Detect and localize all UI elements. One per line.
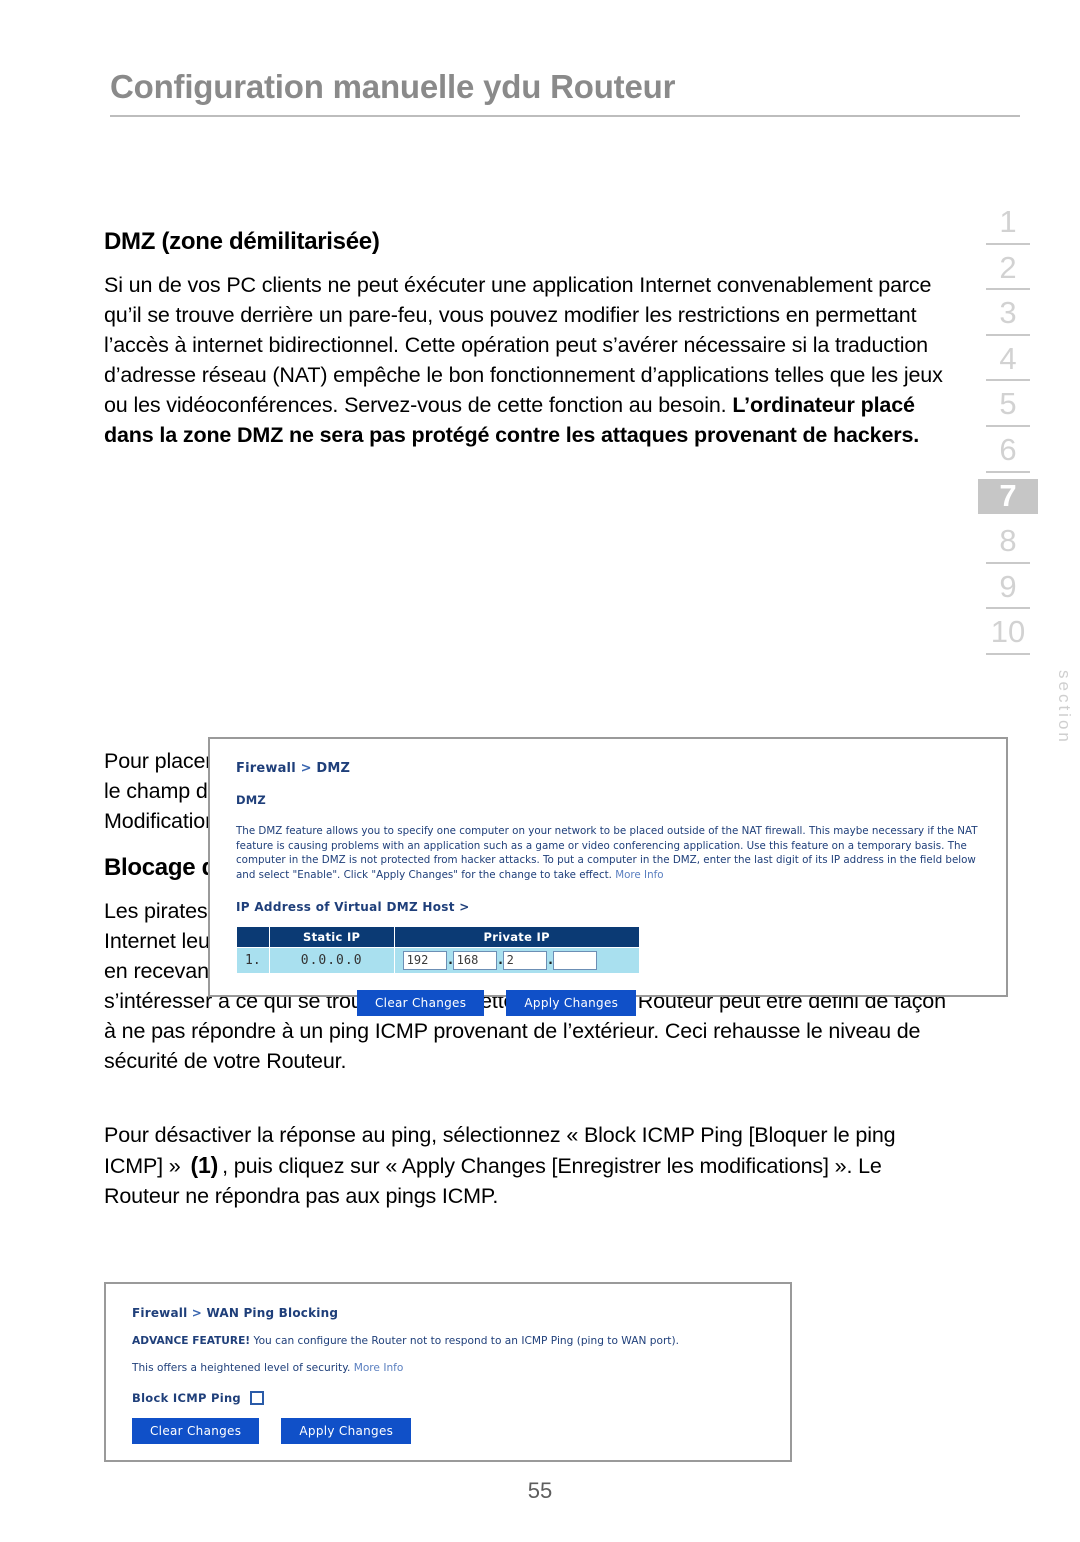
page-header: Configuration manuelle ydu Routeur [110,68,1020,117]
section-rail-number: 2 [999,249,1017,285]
section-rail-separator [986,561,1030,564]
section-rail-separator [986,653,1030,656]
section-rail-number: 7 [978,478,1038,515]
dmz-button-row: Clear Changes Apply Changes [357,990,980,1016]
wan-apply-changes-button[interactable]: Apply Changes [281,1418,412,1444]
icmp-instruction-paragraph: Pour désactiver la réponse au ping, séle… [104,1120,949,1211]
wan-button-row: Clear Changes Apply Changes [132,1418,764,1444]
dmz-router-screenshot: Firewall > DMZ DMZ The DMZ feature allow… [208,737,1008,1016]
block-icmp-ping-checkbox[interactable] [249,1391,264,1405]
table-row: 1. 0.0.0.0 192. 168. 2. [236,947,640,974]
wan-more-info-link[interactable]: More Info [354,1362,404,1374]
dmz-heading: DMZ (zone démilitarisée) [104,228,380,255]
wan-advance-feature-line: ADVANCE FEATURE! You can configure the R… [132,1335,764,1347]
section-rail-number: 4 [999,340,1017,376]
wan-advance-text: You can configure the Router not to resp… [250,1335,679,1347]
section-rail-number: 6 [999,432,1017,468]
section-rail-separator [986,288,1030,291]
dmz-apply-changes-button[interactable]: Apply Changes [506,990,637,1016]
row-index: 1. [236,947,270,974]
breadcrumb-leaf: DMZ [316,761,351,776]
section-rail-number: 5 [999,386,1017,422]
breadcrumb-leaf: WAN Ping Blocking [206,1306,339,1320]
section-rail-number: 8 [999,523,1017,559]
column-header-blank [236,926,270,948]
section-rail-item-1[interactable]: 1 [978,205,1038,245]
dmz-description-text: The DMZ feature allows you to specify on… [236,825,978,881]
section-rail-number: 9 [999,568,1017,604]
section-rail-item-4[interactable]: 4 [978,342,1038,382]
wan-advance-label: ADVANCE FEATURE! [132,1335,251,1347]
wan-security-text: This offers a heightened level of securi… [132,1362,354,1374]
breadcrumb-separator-icon: > [300,761,312,776]
section-rail-item-3[interactable]: 3 [978,296,1038,336]
section-rail-separator [986,607,1030,610]
section-rail-separator [986,516,1030,518]
section-rail-number: 1 [999,204,1017,239]
private-ip-octet-4[interactable] [552,951,597,970]
wan-breadcrumb: Firewall > WAN Ping Blocking [132,1306,764,1320]
section-rail-separator [986,333,1030,336]
wan-clear-changes-button[interactable]: Clear Changes [132,1418,260,1444]
section-rail-item-9[interactable]: 9 [978,570,1038,610]
icmp-callout-number: (1) [190,1152,219,1178]
dmz-breadcrumb: Firewall > DMZ [236,761,980,776]
wan-security-line: This offers a heightened level of securi… [132,1362,764,1374]
section-rail-separator [986,470,1030,473]
section-rail-item-10[interactable]: 10 [978,614,1038,656]
private-ip-octet-1[interactable]: 192 [402,951,447,970]
dmz-paragraph: Si un de vos PC clients ne peut éxécuter… [104,270,949,450]
header-divider [110,114,1020,117]
section-rail: 1 2 3 4 5 6 7 8 9 10 [978,205,1038,661]
block-icmp-ping-label: Block ICMP Ping [132,1391,241,1405]
dmz-panel-title: DMZ [236,793,266,807]
column-header-static-ip: Static IP [268,926,395,948]
dmz-panel-description: The DMZ feature allows you to specify on… [236,824,980,882]
private-ip-octet-3[interactable]: 2 [502,951,547,970]
main-content: DMZ (zone démilitarisée) Si un de vos PC… [104,228,1008,1211]
column-header-private-ip: Private IP [393,926,640,948]
section-rail-item-8[interactable]: 8 [978,524,1038,564]
section-rail-item-6[interactable]: 6 [978,433,1038,473]
private-ip-inputs: 192. 168. 2. [393,947,640,974]
section-rail-separator [986,379,1030,382]
section-rail-separator [986,242,1030,245]
section-rail-item-5[interactable]: 5 [978,386,1038,428]
section-rail-number: 3 [999,295,1017,331]
breadcrumb-separator-icon: > [191,1306,203,1320]
block-icmp-ping-row: Block ICMP Ping [132,1391,764,1405]
dmz-ip-table: Static IP Private IP 1. 0.0.0.0 192. 168.… [236,926,640,974]
breadcrumb-root[interactable]: Firewall [132,1306,187,1320]
dmz-more-info-link[interactable]: More Info [615,869,663,881]
section-rail-item-2[interactable]: 2 [978,251,1038,291]
section-rail-label: section [1055,670,1074,745]
dmz-field-label: IP Address of Virtual DMZ Host > [236,900,470,914]
section-rail-number: 10 [990,614,1026,650]
section-rail-item-7-active[interactable]: 7 [978,478,1038,519]
static-ip-value: 0.0.0.0 [268,947,395,974]
private-ip-octet-2[interactable]: 168 [452,951,497,970]
dmz-clear-changes-button[interactable]: Clear Changes [357,990,485,1016]
page-number: 55 [527,1478,553,1503]
page-title: Configuration manuelle ydu Routeur [110,68,676,105]
table-header-row: Static IP Private IP [236,926,640,948]
section-rail-separator [986,425,1030,428]
breadcrumb-root[interactable]: Firewall [236,761,296,776]
wan-ping-blocking-screenshot: Firewall > WAN Ping Blocking ADVANCE FEA… [104,1282,792,1462]
